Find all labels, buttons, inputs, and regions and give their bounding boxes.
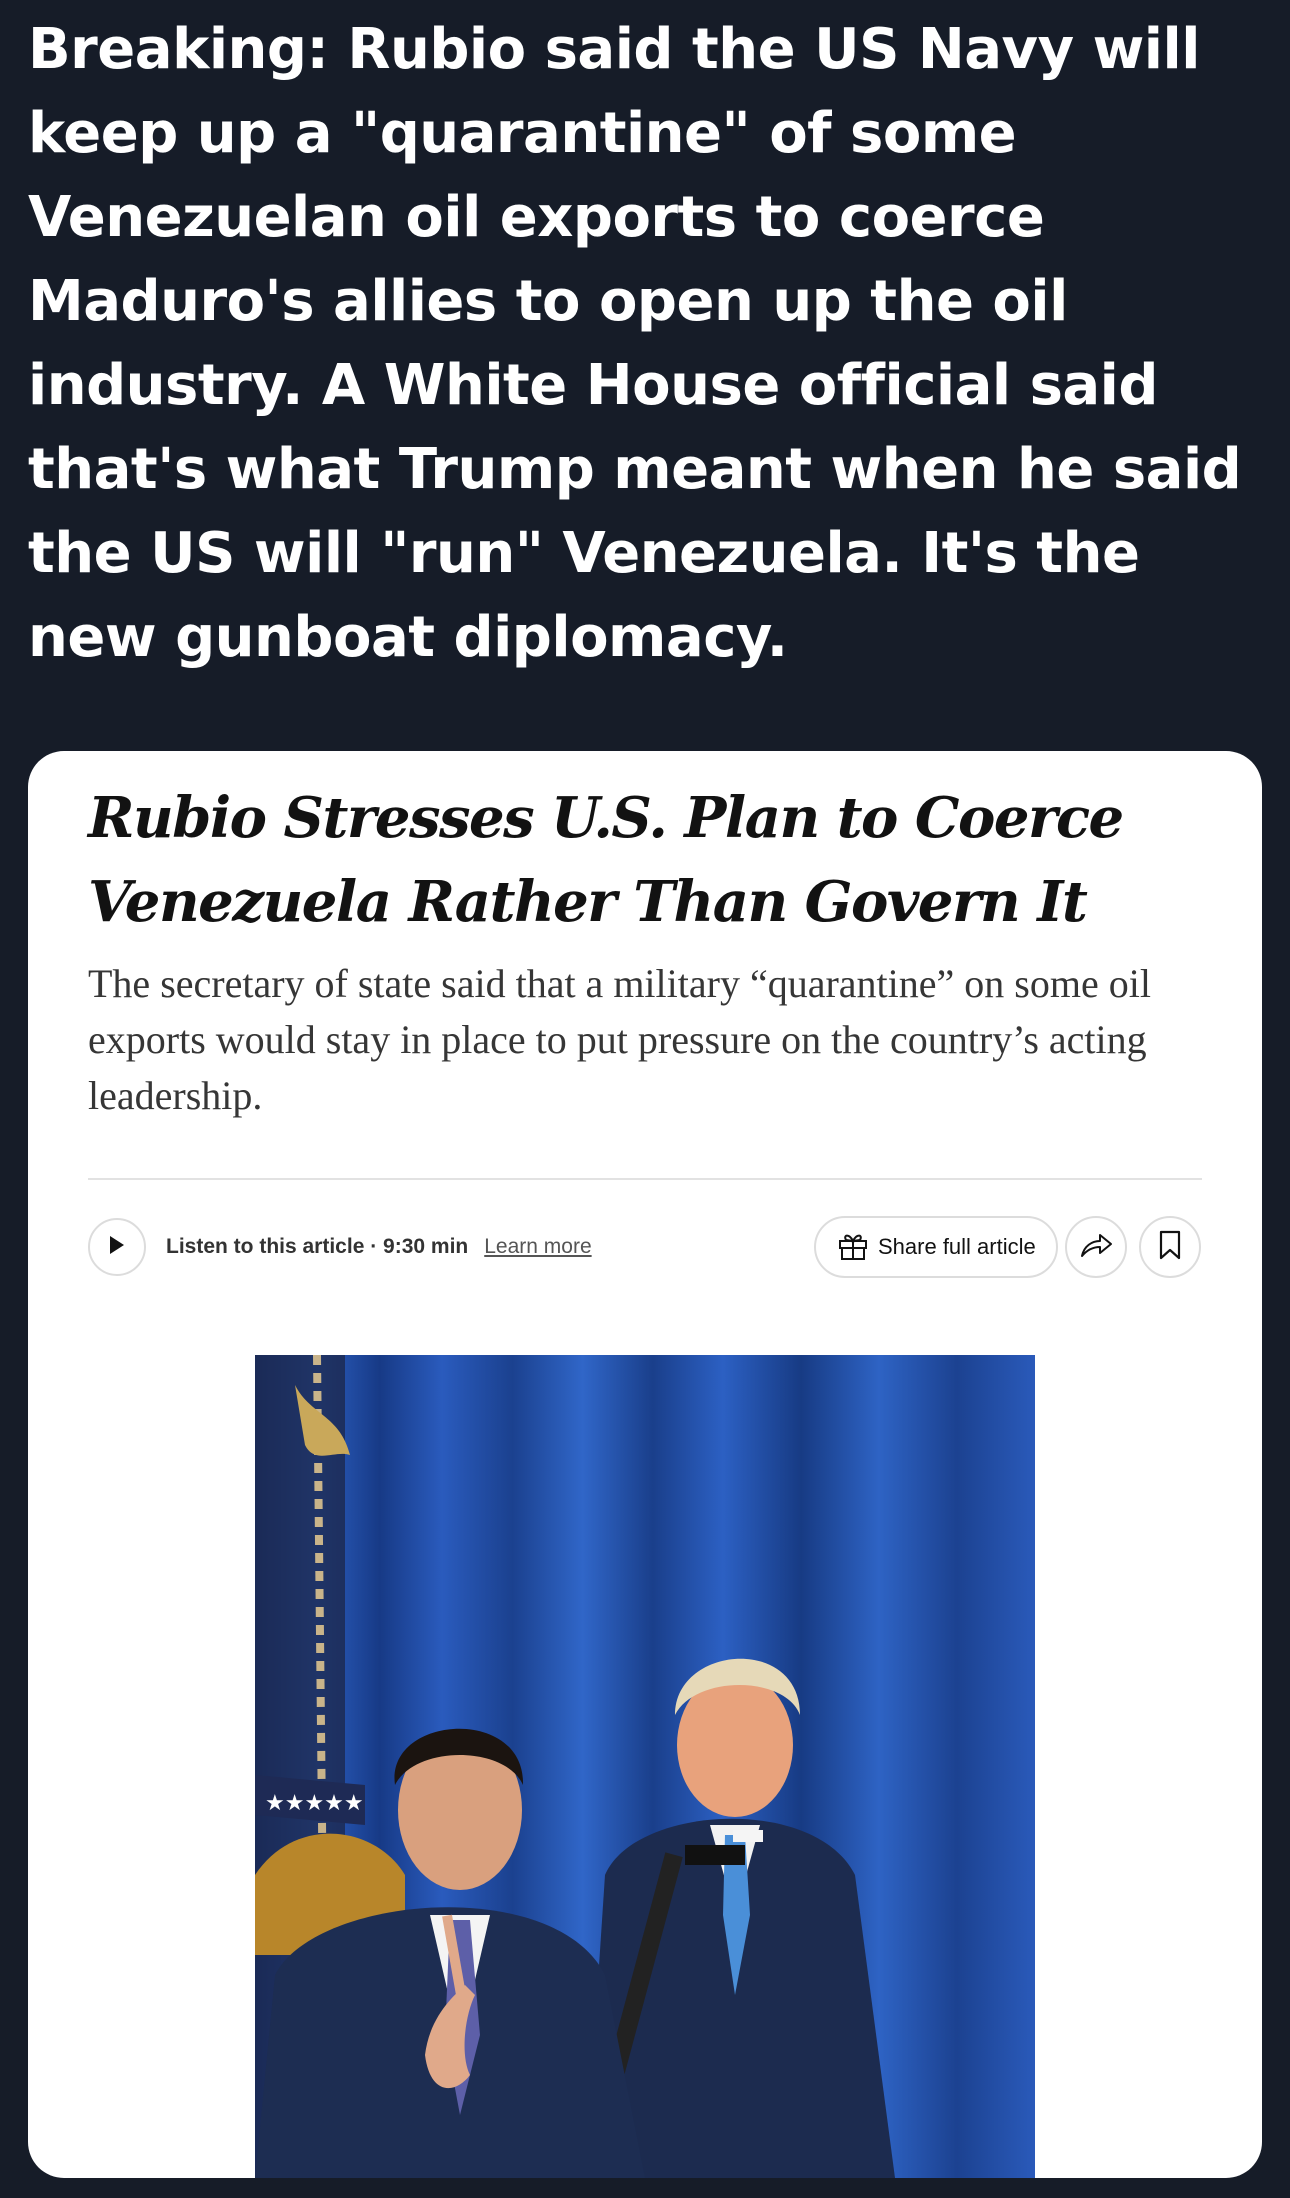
article-photo: ★★★★★	[255, 1355, 1035, 2178]
bookmark-button[interactable]	[1139, 1216, 1201, 1278]
share-button[interactable]	[1065, 1216, 1127, 1278]
gift-icon	[836, 1228, 870, 1266]
share-full-article-button[interactable]: Share full article	[814, 1216, 1058, 1278]
share-full-article-label: Share full article	[878, 1234, 1036, 1259]
article-summary: The secretary of state said that a milit…	[88, 961, 1151, 1118]
divider	[88, 1178, 1202, 1180]
share-arrow-icon	[1078, 1230, 1114, 1264]
play-icon	[108, 1235, 126, 1259]
article-link-card[interactable]: Rubio Stresses U.S. Plan to Coerce Venez…	[28, 751, 1262, 2178]
audio-player: Listen to this article · 9:30 min Learn …	[88, 1216, 592, 1278]
bookmark-icon	[1159, 1230, 1181, 1264]
post-text: Breaking: Rubio said the US Navy will ke…	[28, 17, 1242, 670]
listen-label: Listen to this article · 9:30 min	[166, 1235, 469, 1258]
article-headline: Rubio Stresses U.S. Plan to Coerce Venez…	[88, 785, 1124, 935]
learn-more-link[interactable]: Learn more	[484, 1235, 591, 1259]
svg-text:★★★★★: ★★★★★	[265, 1791, 364, 1816]
play-button[interactable]	[88, 1218, 146, 1276]
